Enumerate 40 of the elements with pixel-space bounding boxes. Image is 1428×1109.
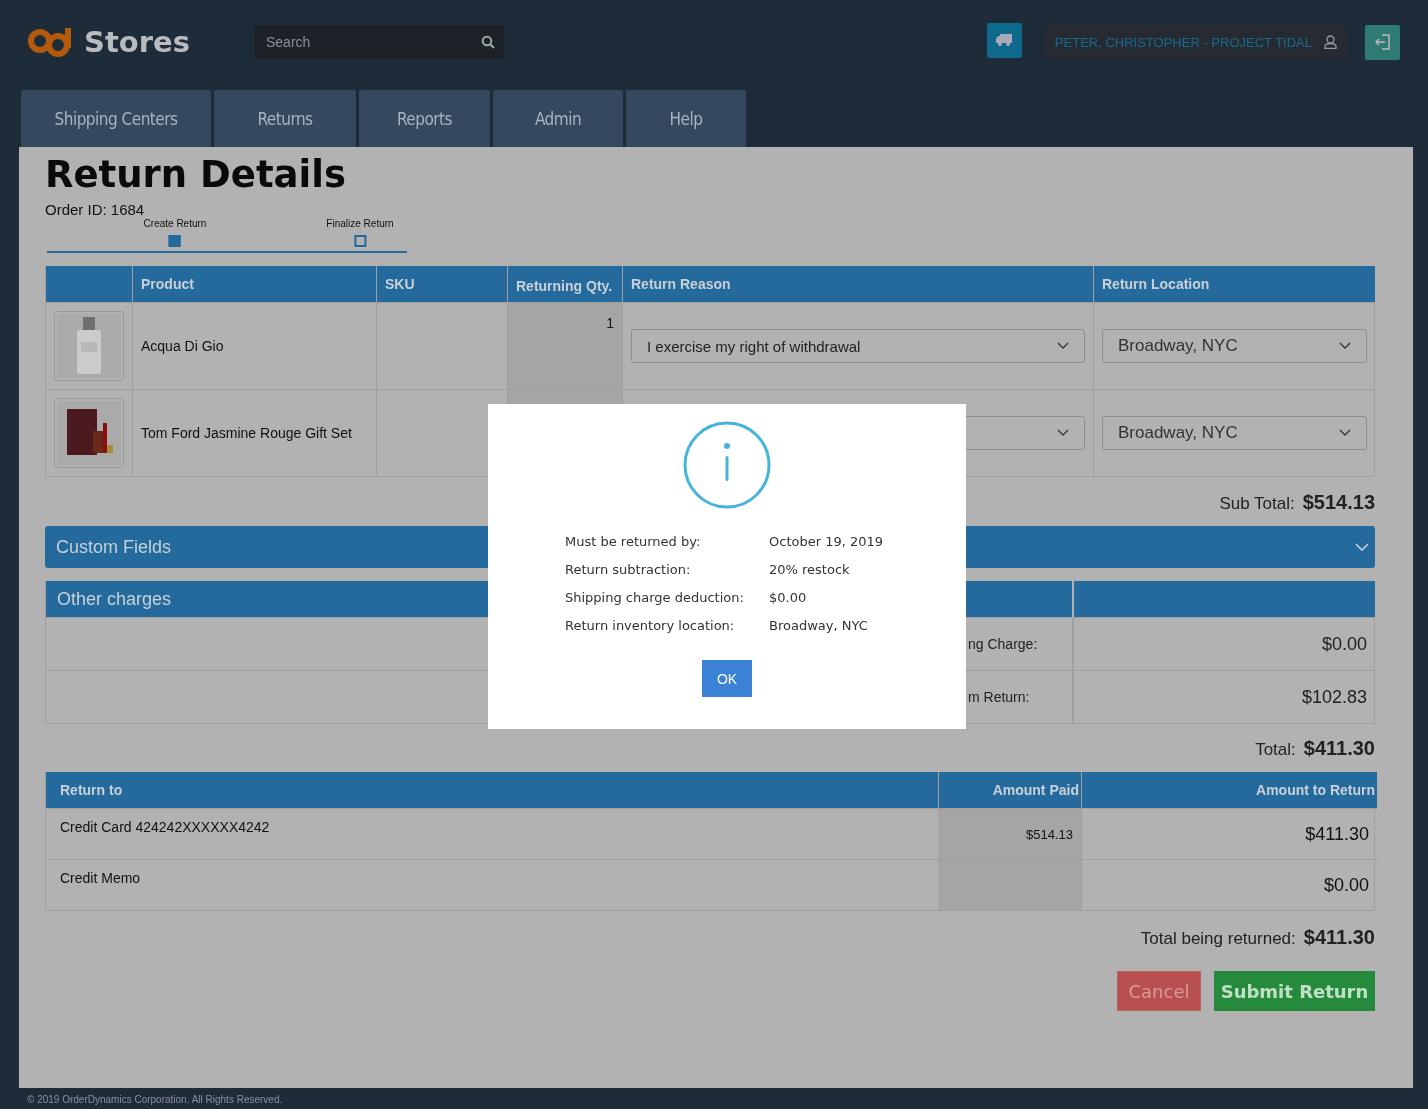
charge-value: $102.83 [1301, 686, 1367, 708]
charge-label: m Return: [968, 689, 1030, 705]
amount-paid: $514.13 [1026, 826, 1073, 842]
product-name: Tom Ford Jasmine Rouge Gift Set [132, 389, 376, 476]
column-header: Amount to Return [1081, 772, 1377, 808]
column-header: Return Location [1093, 266, 1375, 302]
info-label: Return inventory location: [565, 618, 736, 633]
amount-to-return: $0.00 [1323, 874, 1369, 896]
info-label: Must be returned by: [565, 534, 702, 549]
brand-name: Stores [84, 25, 190, 59]
column-header: SKU [376, 266, 507, 302]
product-name: Acqua Di Gio [132, 302, 376, 389]
column-header: Amount Paid [938, 772, 1081, 808]
column-header: Return Reason [622, 266, 1093, 302]
info-value: October 19, 2019 [769, 534, 885, 549]
quantity: 1 [606, 315, 614, 331]
payment-method: Credit Memo [60, 870, 141, 888]
subtotal-label: Sub Total: [1219, 494, 1295, 514]
step-label: Create Return [143, 218, 207, 229]
order-id: Order ID: 1684 [45, 201, 146, 218]
subtotal-value: $514.13 [1302, 491, 1375, 514]
total-label: Total being returned: [1140, 929, 1296, 949]
total-value: $411.30 [1303, 926, 1375, 949]
charge-value: $0.00 [1321, 633, 1367, 655]
info-label: Return subtraction: [565, 562, 692, 577]
amount-to-return: $411.30 [1305, 823, 1369, 845]
payment-method: Credit Card 424242XXXXXX4242 [60, 819, 270, 837]
info-value: $0.00 [769, 590, 808, 605]
page-title: Return Details [45, 152, 347, 198]
copyright-text: © 2019 OrderDynamics Corporation. All Rights Reserved. [26, 1093, 284, 1105]
total-label: Total: [1255, 740, 1296, 760]
step-label: Finalize Return [326, 218, 394, 229]
info-value: 20% restock [769, 562, 851, 577]
total-value: $411.30 [1303, 737, 1375, 760]
info-value: Broadway, NYC [769, 618, 869, 633]
column-header: Return to [46, 772, 938, 808]
column-header: Returning Qty. [507, 266, 622, 302]
charge-label: ng Charge: [968, 636, 1038, 652]
column-header: Product [132, 266, 376, 302]
info-label: Shipping charge deduction: [565, 590, 745, 605]
